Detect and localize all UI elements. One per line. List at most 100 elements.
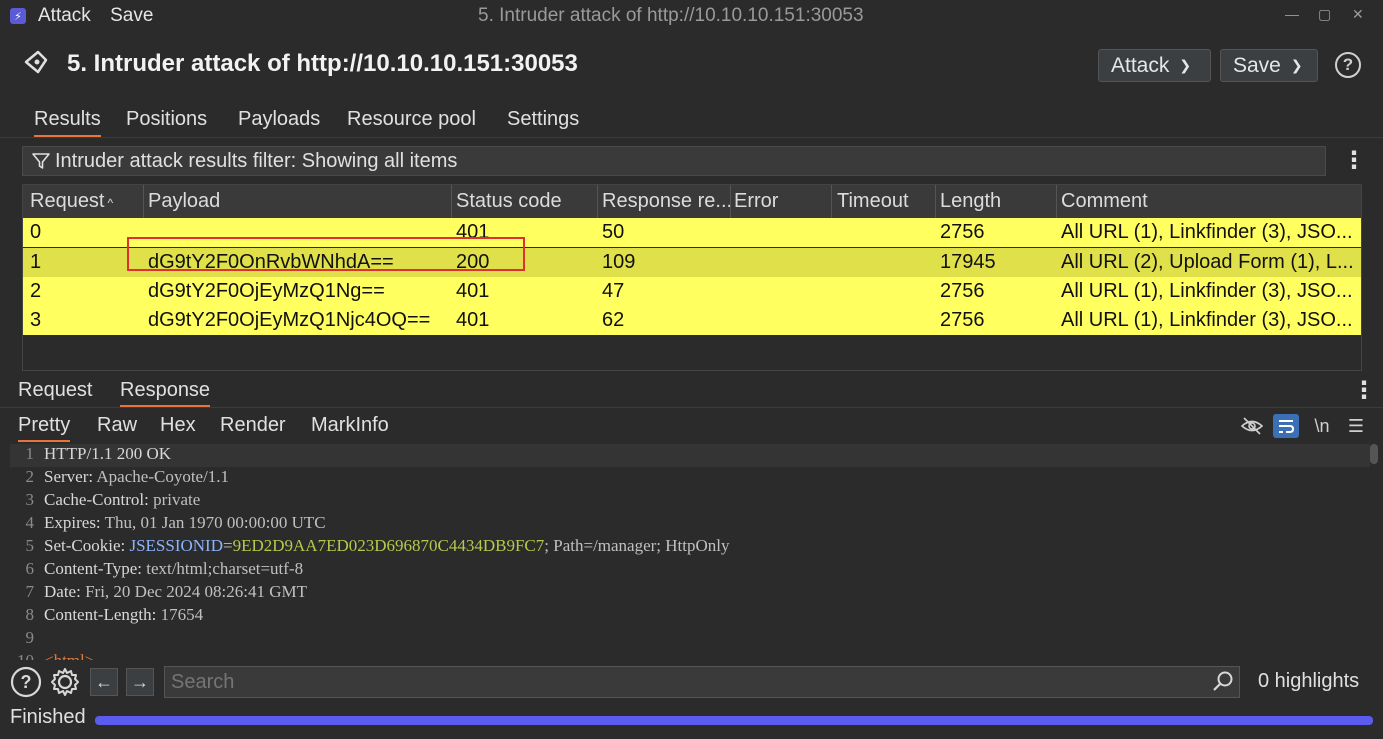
tab-payloads[interactable]: Payloads [238, 108, 320, 131]
menu-save[interactable]: Save [110, 5, 153, 26]
chevron-down-icon: ❯ [1179, 57, 1192, 73]
cell-payload: dG9tY2F0OjEyMzQ1Njc4OQ== [148, 309, 431, 331]
cell-length: 2756 [940, 309, 985, 331]
status-bar: Finished [0, 704, 1383, 739]
code-line: 3 Cache-Control: private [25, 490, 201, 509]
col-timeout[interactable]: Timeout [837, 190, 909, 213]
cell-response: 47 [602, 280, 625, 302]
filter-icon [32, 153, 50, 169]
code-line: 1 HTTP/1.1 200 OK [10, 444, 1372, 467]
code-line: 10<html> [10, 651, 1372, 660]
cell-length: 2756 [940, 280, 985, 302]
title-menu: Attack Save [38, 5, 167, 27]
maximize-icon[interactable]: ▢ [1318, 6, 1331, 23]
cell-comment: All URL (1), Linkfinder (3), JSO... [1061, 221, 1353, 243]
save-dropdown-button[interactable]: Save ❯ [1220, 49, 1318, 82]
wrap-lines-icon[interactable] [1273, 414, 1299, 438]
cell-response: 109 [602, 251, 636, 273]
filter-more-icon[interactable]: ⋮ [1342, 146, 1366, 175]
progress-fill [95, 716, 1373, 725]
cell-payload: dG9tY2F0OjEyMzQ1Ng== [148, 280, 385, 302]
cell-request: 3 [30, 309, 42, 331]
cell-comment: All URL (2), Upload Form (1), L... [1061, 251, 1354, 273]
table-row[interactable]: 2 dG9tY2F0OjEyMzQ1Ng== 401 47 2756 All U… [23, 277, 1361, 306]
table-row[interactable]: 3 dG9tY2F0OjEyMzQ1Njc4OQ== 401 62 2756 A… [23, 306, 1361, 335]
hide-icon[interactable] [1239, 414, 1265, 438]
save-button-label: Save [1233, 53, 1281, 77]
col-request[interactable]: Request ^ [30, 190, 113, 213]
progress-bar [95, 716, 1373, 725]
filter-text: Intruder attack results filter: Showing … [55, 149, 458, 172]
col-payload[interactable]: Payload [148, 190, 220, 213]
chevron-down-icon: ❯ [1290, 57, 1303, 73]
sort-ascending-icon: ^ [107, 196, 114, 210]
tab-positions[interactable]: Positions [126, 108, 207, 131]
tab-results[interactable]: Results [34, 108, 101, 137]
attack-button-label: Attack [1111, 53, 1170, 77]
intruder-icon [24, 50, 48, 74]
svg-text:?: ? [21, 672, 32, 692]
attack-dropdown-button[interactable]: Attack ❯ [1098, 49, 1211, 82]
cell-length: 17945 [940, 251, 996, 273]
tab-render[interactable]: Render [220, 414, 286, 437]
view-tabs: Pretty Raw Hex Render MarkInfo \n ☰ [0, 408, 1383, 444]
col-comment[interactable]: Comment [1061, 190, 1148, 213]
tab-raw[interactable]: Raw [97, 414, 137, 437]
tab-pretty[interactable]: Pretty [18, 414, 71, 442]
cell-status: 401 [456, 280, 490, 302]
close-icon[interactable]: ✕ [1352, 6, 1364, 23]
cell-length: 2756 [940, 221, 985, 243]
previous-arrow-icon[interactable]: ← [90, 668, 118, 696]
help-circle-icon[interactable]: ? [1335, 52, 1361, 78]
tab-request[interactable]: Request [18, 379, 93, 402]
cell-comment: All URL (1), Linkfinder (3), JSO... [1061, 309, 1353, 331]
results-table: Request ^ Payload Status code Response re… [22, 184, 1362, 371]
code-line: 4 Expires: Thu, 01 Jan 1970 00:00:00 UTC [25, 513, 326, 532]
attack-tabs: Results Positions Payloads Resource pool… [0, 100, 1383, 138]
status-label: Finished [10, 706, 86, 728]
minimize-icon[interactable]: — [1285, 6, 1299, 22]
menu-attack[interactable]: Attack [38, 5, 91, 26]
col-response-received[interactable]: Response re... [602, 190, 732, 213]
cell-request: 2 [30, 280, 42, 302]
gear-icon[interactable] [49, 666, 81, 698]
results-filter-bar[interactable]: Intruder attack results filter: Showing … [22, 146, 1326, 176]
tab-markinfo[interactable]: MarkInfo [311, 414, 389, 437]
title-bar: ⚡ Attack Save 5. Intruder attack of http… [0, 0, 1383, 32]
next-arrow-icon[interactable]: → [126, 668, 154, 696]
cell-response: 62 [602, 309, 625, 331]
code-line: 9 [25, 628, 35, 647]
highlight-annotation-box [127, 237, 525, 271]
search-input[interactable] [171, 670, 1171, 694]
col-length[interactable]: Length [940, 190, 1001, 213]
cell-request: 1 [30, 251, 42, 273]
burp-app-icon: ⚡ [10, 8, 26, 24]
cell-response: 50 [602, 221, 625, 243]
table-header: Request ^ Payload Status code Response re… [23, 185, 1361, 218]
tab-resource-pool[interactable]: Resource pool [347, 108, 476, 131]
code-line: 5 Set-Cookie: JSESSIONID=9ED2D9AA7ED023D6… [25, 536, 730, 555]
code-line: 2 Server: Apache-Coyote/1.1 [25, 467, 230, 486]
tab-settings[interactable]: Settings [507, 108, 579, 131]
search-icon[interactable] [1212, 670, 1234, 692]
col-error[interactable]: Error [734, 190, 778, 213]
response-editor[interactable]: 1 HTTP/1.1 200 OK 2 Server: Apache-Coyote/… [10, 444, 1372, 660]
menu-icon[interactable]: ☰ [1343, 414, 1369, 438]
highlights-count: 0 highlights [1258, 670, 1360, 692]
newline-icon[interactable]: \n [1309, 414, 1335, 438]
editor-scroll-thumb[interactable] [1370, 444, 1378, 464]
code-line: 6 Content-Type: text/html;charset=utf-8 [25, 559, 304, 578]
code-line: 7 Date: Fri, 20 Dec 2024 08:26:41 GMT [25, 582, 308, 601]
col-status-code[interactable]: Status code [456, 190, 562, 213]
tab-response[interactable]: Response [120, 379, 211, 407]
attack-header: 5. Intruder attack of http://10.10.10.15… [0, 32, 1383, 100]
tab-hex[interactable]: Hex [160, 414, 196, 437]
message-more-icon[interactable]: ⋮ [1352, 376, 1376, 405]
help-circle-icon[interactable]: ? [10, 666, 42, 698]
search-field[interactable] [164, 666, 1240, 698]
search-toolbar: ? ← → 0 highlights [0, 660, 1383, 704]
editor-scrollbar[interactable] [1370, 444, 1378, 660]
cell-request: 0 [30, 221, 42, 243]
cell-status: 401 [456, 309, 490, 331]
page-title: 5. Intruder attack of http://10.10.10.15… [67, 50, 578, 77]
